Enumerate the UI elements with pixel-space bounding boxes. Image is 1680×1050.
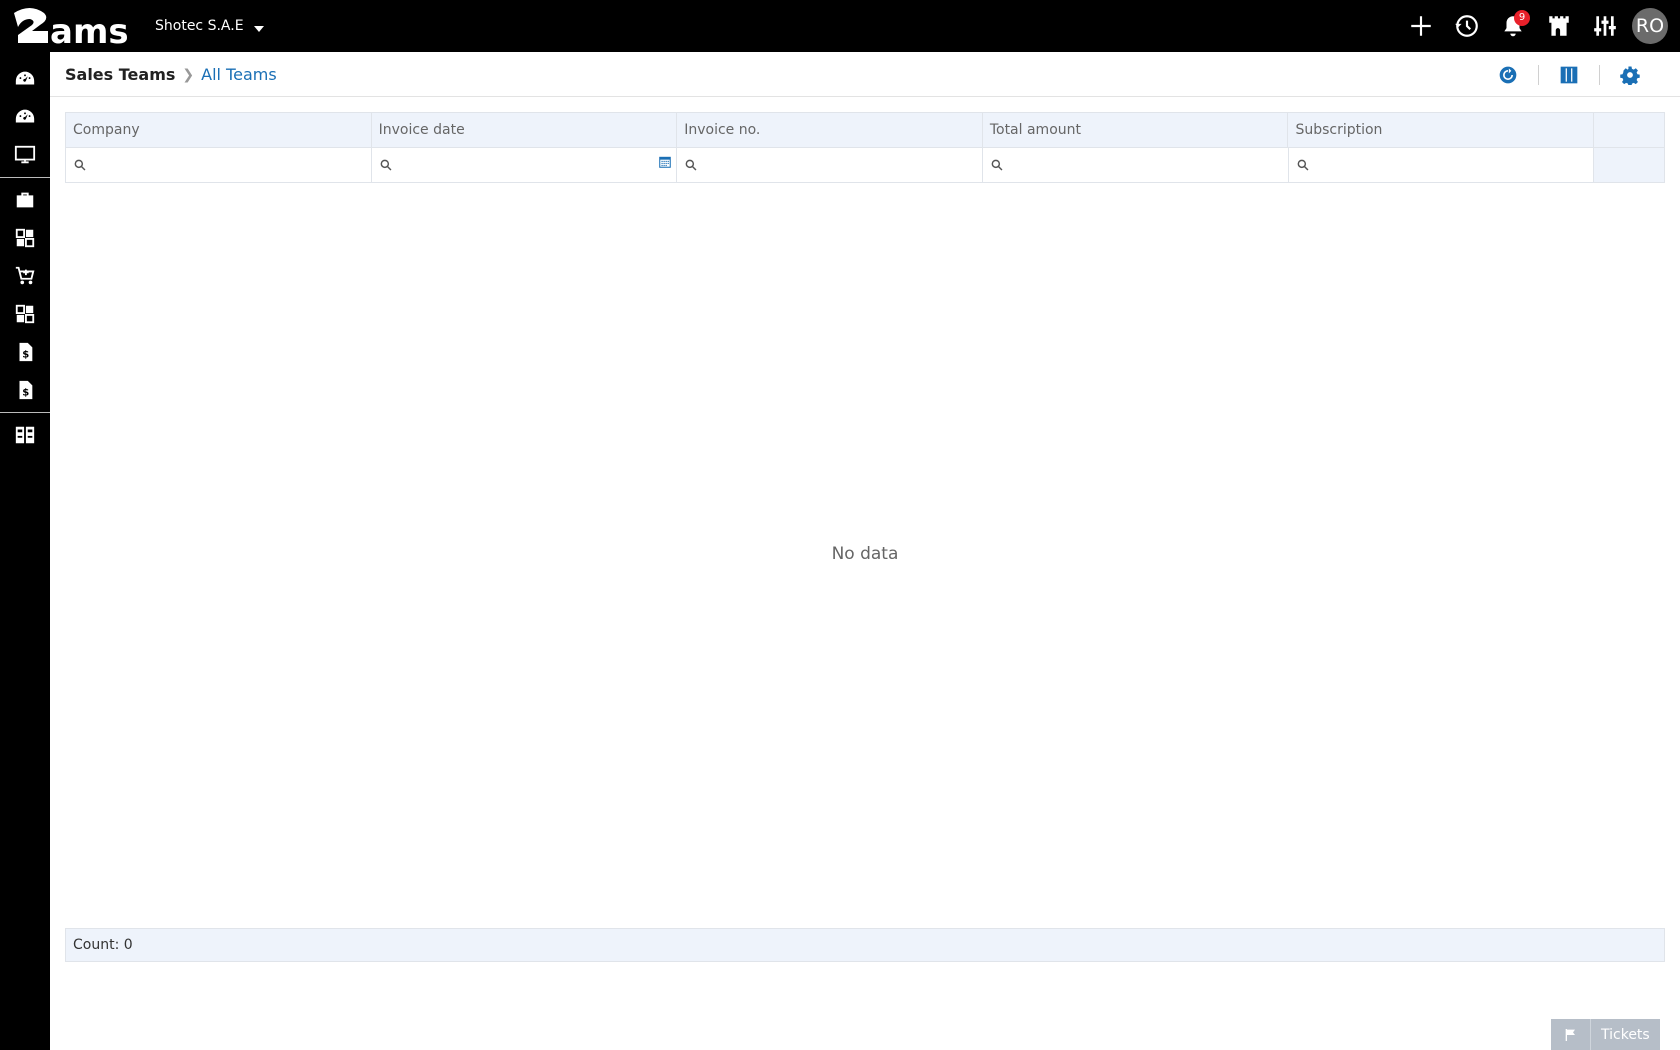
add-button[interactable] — [1398, 0, 1444, 52]
sidebar-item-briefcase[interactable] — [0, 181, 50, 219]
history-button[interactable] — [1444, 0, 1490, 52]
empty-state-text: No data — [831, 544, 899, 564]
header-actions — [1488, 52, 1650, 97]
tickets-button[interactable]: Tickets — [1551, 1019, 1660, 1050]
flag-icon — [1565, 1028, 1575, 1041]
sidebar-item-dashboard[interactable] — [0, 60, 50, 98]
grid-footer: Count: 0 — [65, 928, 1665, 962]
pams-logo[interactable]: ams — [10, 5, 132, 47]
filter-input-total-amount[interactable] — [1009, 150, 1288, 180]
filter-input-subscription[interactable] — [1315, 150, 1594, 180]
filter-cell-subscription — [1289, 148, 1595, 182]
column-header-total-amount[interactable]: Total amount — [983, 113, 1289, 147]
sidebar-item-modules[interactable] — [0, 219, 50, 257]
castle-button[interactable] — [1536, 0, 1582, 52]
company-name: Shotec S.A.E — [155, 18, 244, 34]
page-header: Sales Teams ❯ All Teams — [50, 52, 1680, 97]
reports-icon — [15, 426, 35, 444]
sidebar-item-reports[interactable] — [0, 416, 50, 454]
notifications-button[interactable]: 9 — [1490, 0, 1536, 52]
cart-icon — [15, 266, 35, 285]
sidebar-item-invoices[interactable]: $ — [0, 333, 50, 371]
gear-icon — [1620, 66, 1640, 85]
modules-icon — [15, 228, 35, 248]
filter-input-company[interactable] — [93, 150, 371, 180]
grid-blocks-icon — [15, 304, 35, 324]
data-grid: Company Invoice date Invoice no. Total a… — [65, 112, 1665, 183]
column-header-company[interactable]: Company — [66, 113, 372, 147]
calendar-icon[interactable] — [658, 155, 672, 169]
plus-icon — [1411, 16, 1431, 36]
flag-icon-wrap — [1551, 1019, 1591, 1050]
filter-input-invoice-date[interactable] — [398, 150, 677, 180]
filter-cell-actions — [1594, 148, 1665, 182]
sidebar-item-invoices-2[interactable]: $ — [0, 371, 50, 409]
filter-input-invoice-no[interactable] — [704, 150, 982, 180]
sidebar-divider-2 — [0, 412, 50, 413]
grid-header-row: Company Invoice date Invoice no. Total a… — [66, 113, 1664, 148]
grid-filter-row — [66, 148, 1665, 182]
search-icon — [685, 159, 697, 171]
invoice-dollar-icon-2: $ — [19, 380, 33, 400]
sidebar-item-cart[interactable] — [0, 257, 50, 295]
columns-icon — [1560, 66, 1578, 83]
columns-button[interactable] — [1549, 60, 1589, 90]
row-count: Count: 0 — [73, 937, 133, 953]
breadcrumb: Sales Teams ❯ All Teams — [65, 52, 277, 97]
search-icon — [380, 159, 392, 171]
breadcrumb-root[interactable]: Sales Teams — [65, 65, 175, 84]
sidebar-item-dashboard-2[interactable] — [0, 98, 50, 136]
castle-icon — [1549, 16, 1569, 36]
column-header-actions — [1594, 113, 1664, 147]
filter-cell-invoice-date — [372, 148, 678, 182]
search-icon — [74, 159, 86, 171]
settings-sliders-button[interactable] — [1582, 0, 1628, 52]
column-header-subscription[interactable]: Subscription — [1288, 113, 1595, 147]
monitor-icon — [14, 145, 36, 164]
refresh-button[interactable] — [1488, 60, 1528, 90]
top-bar: ams Shotec S.A.E 9 RO — [0, 0, 1680, 52]
svg-text:ams: ams — [50, 12, 129, 47]
column-header-invoice-no[interactable]: Invoice no. — [677, 113, 983, 147]
dashboard-gauge-icon — [15, 71, 35, 85]
gauge-icon — [15, 109, 35, 123]
user-avatar[interactable]: RO — [1632, 8, 1668, 44]
invoice-dollar-icon: $ — [19, 342, 33, 362]
settings-button[interactable] — [1610, 60, 1650, 90]
search-icon — [991, 159, 1003, 171]
chevron-right-icon: ❯ — [182, 66, 195, 83]
filter-cell-invoice-no — [677, 148, 983, 182]
sliders-icon — [1594, 16, 1616, 36]
tickets-label: Tickets — [1601, 1026, 1650, 1043]
filter-cell-total-amount — [983, 148, 1289, 182]
column-header-invoice-date[interactable]: Invoice date — [372, 113, 678, 147]
filter-cell-company — [66, 148, 372, 182]
caret-down-icon — [253, 26, 264, 32]
search-icon — [1297, 159, 1308, 171]
header-divider-2 — [1599, 64, 1600, 85]
svg-text:$: $ — [22, 388, 29, 399]
refresh-icon — [1499, 66, 1517, 83]
history-icon — [1455, 15, 1478, 37]
sidebar-item-modules-2[interactable] — [0, 295, 50, 333]
briefcase-icon — [16, 192, 34, 208]
sidebar-item-monitor[interactable] — [0, 136, 50, 174]
svg-text:$: $ — [22, 350, 29, 361]
top-actions: 9 RO — [1398, 0, 1680, 52]
sidebar-divider — [0, 177, 50, 178]
breadcrumb-current[interactable]: All Teams — [201, 65, 277, 84]
header-divider — [1538, 64, 1539, 85]
notification-badge: 9 — [1514, 10, 1530, 26]
company-selector[interactable]: Shotec S.A.E — [155, 0, 264, 52]
sidebar: $ $ — [0, 52, 50, 1050]
